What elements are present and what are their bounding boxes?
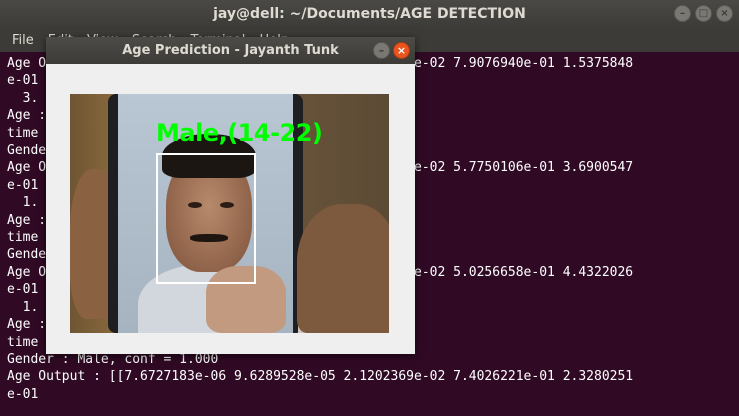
popup-title: Age Prediction - Jayanth Tunk bbox=[122, 43, 339, 58]
right-hand bbox=[297, 204, 389, 333]
popup-minimize-button[interactable]: – bbox=[373, 42, 390, 59]
menu-file[interactable]: File bbox=[12, 33, 34, 48]
popup-titlebar[interactable]: Age Prediction - Jayanth Tunk – × bbox=[46, 37, 415, 64]
popup-window-controls: – × bbox=[373, 42, 410, 59]
close-button[interactable]: × bbox=[716, 5, 733, 22]
terminal-window-controls: – □ × bbox=[674, 5, 733, 22]
terminal-line: Age Output : [[7.6727183e-06 9.6289528e-… bbox=[7, 369, 634, 385]
webcam-frame: Male,(14-22) bbox=[70, 94, 389, 333]
age-prediction-window: Age Prediction - Jayanth Tunk – × Male,(… bbox=[46, 37, 415, 354]
popup-close-button[interactable]: × bbox=[393, 42, 410, 59]
minimize-button[interactable]: – bbox=[674, 5, 691, 22]
face-detection-box bbox=[156, 153, 256, 284]
prediction-label: Male,(14-22) bbox=[156, 119, 323, 147]
terminal-title: jay@dell: ~/Documents/AGE DETECTION bbox=[213, 6, 526, 22]
terminal-line: e-01 bbox=[7, 386, 39, 402]
terminal-titlebar: jay@dell: ~/Documents/AGE DETECTION – □ … bbox=[0, 0, 739, 28]
maximize-button[interactable]: □ bbox=[695, 5, 712, 22]
